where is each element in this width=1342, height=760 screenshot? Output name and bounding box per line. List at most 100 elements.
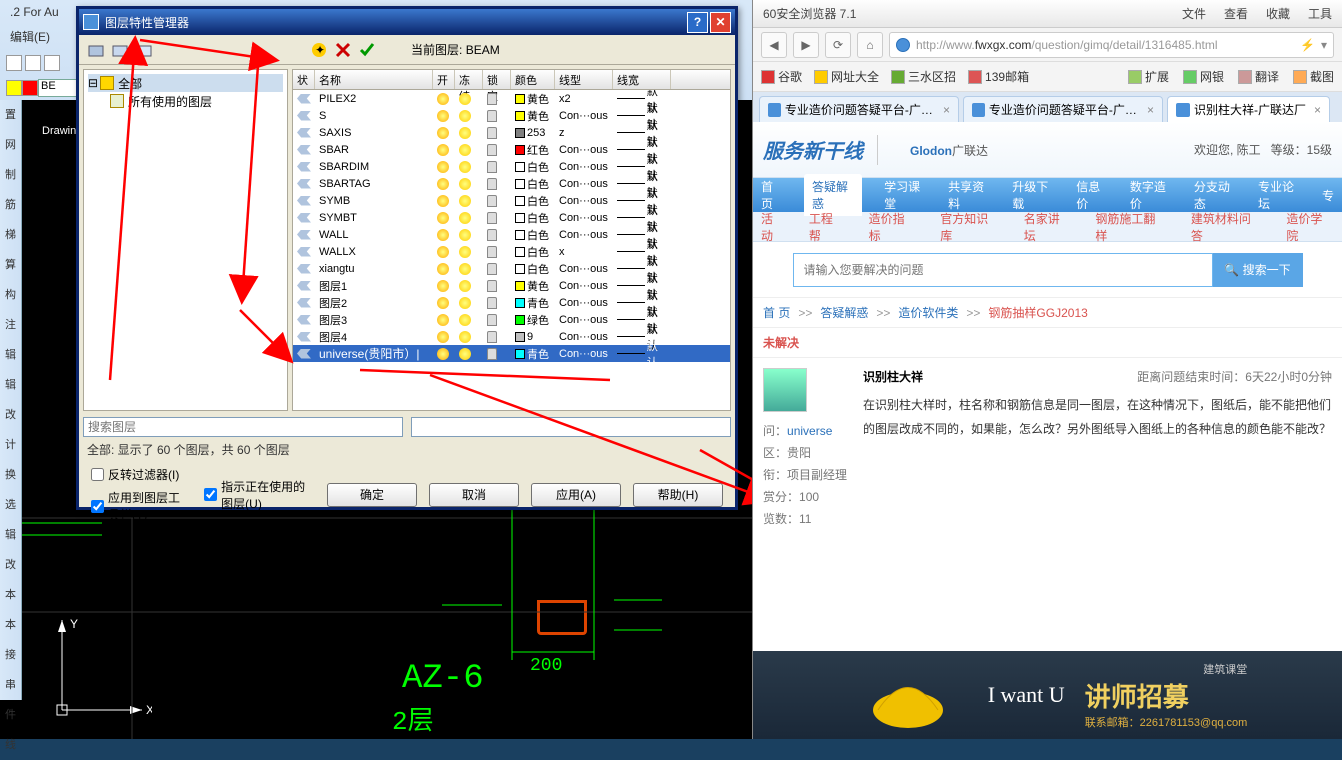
layer-color-cell[interactable]: 黄色 [511,108,555,124]
layer-linetype-cell[interactable]: Con···ous [555,144,613,156]
bulb-icon[interactable] [437,178,449,190]
tool-save-icon[interactable] [44,55,60,71]
lock-icon[interactable] [487,212,497,224]
tab-close-icon[interactable]: × [1147,103,1154,117]
nav2-item[interactable]: 造价学院 [1286,210,1334,244]
layer-linetype-cell[interactable]: Con···ous [555,331,613,343]
lock-icon[interactable] [487,348,497,360]
crumb-software[interactable]: 造价软件类 [898,304,958,321]
menu-tools[interactable]: 工具 [1308,5,1332,22]
col-freeze[interactable]: 冻结 [455,70,483,89]
side-tab[interactable]: 构 [0,280,21,310]
lock-icon[interactable] [487,297,497,309]
chk-indicate-inuse[interactable]: 指示正在使用的图层(U) [204,478,307,512]
layer-name-cell[interactable] [315,347,433,361]
layer-color-cell[interactable]: 青色 [511,295,555,311]
nav2-item[interactable]: 官方知识库 [940,210,1000,244]
compat-icon[interactable]: ⚡ [1300,38,1315,52]
layer-linetype-cell[interactable]: Con···ous [555,314,613,326]
filter-tree[interactable]: ⊟全部 所有使用的图层 [83,69,288,411]
side-tab[interactable]: 计 [0,430,21,460]
lock-icon[interactable] [487,110,497,122]
forward-button[interactable]: ▶ [793,32,819,58]
sun-icon[interactable] [459,297,471,309]
side-tab[interactable]: 制 [0,160,21,190]
layer-name-cell[interactable]: WALL [315,229,433,241]
lock-icon[interactable] [487,246,497,258]
layer-linetype-cell[interactable]: Con···ous [555,280,613,292]
lock-icon[interactable] [487,195,497,207]
back-button[interactable]: ◀ [761,32,787,58]
site-search-input[interactable] [793,253,1213,287]
side-tab[interactable]: 串 [0,670,21,700]
layer-color-icon[interactable] [6,80,22,96]
dropdown-icon[interactable]: ▾ [1321,38,1327,52]
layer-color-cell[interactable]: 黄色 [511,278,555,294]
dialog-titlebar[interactable]: 图层特性管理器 ? ✕ [79,9,735,35]
layer-name-cell[interactable]: 图层3 [315,312,433,328]
lock-icon[interactable] [487,93,497,105]
nav1-item[interactable]: 数字造价 [1130,178,1172,212]
bank-button[interactable]: 网银 [1183,68,1224,85]
lock-icon[interactable] [487,263,497,275]
logo-glodon[interactable]: Glodon广联达 [910,139,988,160]
layer-color-cell[interactable]: 白色 [511,176,555,192]
tab-close-icon[interactable]: × [1314,103,1321,117]
new-filter-icon[interactable] [87,40,107,60]
browser-titlebar[interactable]: 60安全浏览器 7.1 文件 查看 收藏 工具 [753,0,1342,28]
nav1-item[interactable]: 共享资料 [948,178,990,212]
layer-name-cell[interactable]: SBAR [315,144,433,156]
side-tab[interactable]: 件 [0,700,21,730]
sun-icon[interactable] [459,93,471,105]
layer-name-cell[interactable]: SBARTAG [315,178,433,190]
nav1-item[interactable]: 学习课堂 [884,178,926,212]
side-tab[interactable]: 本 [0,610,21,640]
crumb-home[interactable]: 首 页 [763,304,790,321]
layer-name-cell[interactable]: 图层1 [315,278,433,294]
lock-icon[interactable] [487,178,497,190]
recruit-banner[interactable]: I want U 建筑课堂 讲师招募 联系邮箱：2261781153@qq.co… [753,651,1342,739]
layer-linetype-cell[interactable]: Con···ous [555,263,613,275]
nav1-item[interactable]: 首页 [761,178,782,212]
sun-icon[interactable] [459,110,471,122]
lock-icon[interactable] [487,229,497,241]
tab-close-icon[interactable]: × [943,103,950,117]
layer-lineweight-cell[interactable]: 默认 [613,338,671,370]
layer-name-cell[interactable]: SBARDIM [315,161,433,173]
menu-edit[interactable]: 编辑(E) [10,30,50,44]
nav2-item[interactable]: 建筑材料问答 [1191,210,1262,244]
side-tab[interactable]: 线 [0,730,21,760]
layer-color-cell[interactable]: 白色 [511,193,555,209]
bulb-icon[interactable] [437,161,449,173]
crumb-qa[interactable]: 答疑解惑 [820,304,868,321]
bulb-icon[interactable] [437,246,449,258]
layer-linetype-cell[interactable]: x2 [555,93,613,105]
bulb-icon[interactable] [437,297,449,309]
bulb-icon[interactable] [437,229,449,241]
layer-color-cell[interactable]: 白色 [511,261,555,277]
side-tab[interactable]: 置 [0,100,21,130]
layer-color-cell[interactable]: 黄色 [511,91,555,107]
logo-fuwu[interactable]: 服务新干线 [763,135,863,164]
layer-linetype-cell[interactable]: Con···ous [555,178,613,190]
sun-icon[interactable] [459,263,471,275]
bulb-icon[interactable] [437,195,449,207]
sun-icon[interactable] [459,195,471,207]
layer-linetype-cell[interactable]: x [555,246,613,258]
sun-icon[interactable] [459,212,471,224]
layer-linetype-cell[interactable]: Con···ous [555,161,613,173]
layer-linetype-cell[interactable]: Con···ous [555,212,613,224]
address-bar[interactable]: http://www.fwxgx.com/question/gimq/detai… [889,32,1334,58]
layer-rows[interactable]: PILEX2黄色x2默认S黄色Con···ous默认SAXIS253z默认SBA… [293,90,730,410]
layer-name-cell[interactable]: S [315,110,433,122]
ext-button[interactable]: 扩展 [1128,68,1169,85]
layer-name-cell[interactable]: PILEX2 [315,93,433,105]
sun-icon[interactable] [459,246,471,258]
side-tab[interactable]: 选 [0,490,21,520]
browser-tab[interactable]: 专业造价问题答疑平台-广联达!× [963,96,1163,122]
close-icon[interactable]: ✕ [710,12,731,33]
cancel-button[interactable]: 取消 [429,483,519,507]
sun-icon[interactable] [459,280,471,292]
new-layer-icon[interactable]: ✦ [309,40,329,60]
layer-color-cell[interactable]: 红色 [511,142,555,158]
